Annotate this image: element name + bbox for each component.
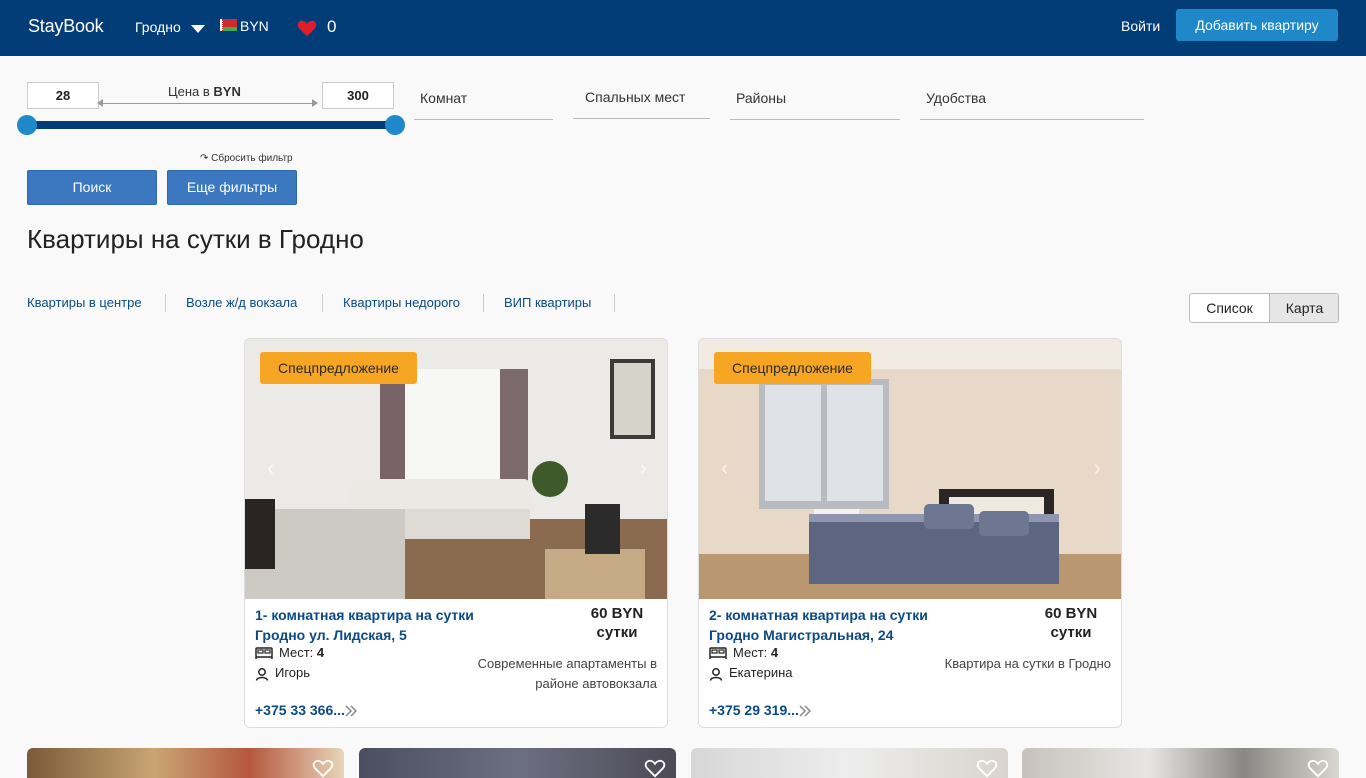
listing-photo[interactable]: Спецпредложение ‹ › [245, 339, 667, 599]
price-min-input[interactable]: 28 [27, 82, 99, 109]
listing-title-line1[interactable]: 1- комнатная квартира на сутки [255, 605, 535, 625]
double-chevron-right-icon[interactable] [345, 705, 357, 717]
bed-icon [255, 647, 273, 660]
quick-link-vip[interactable]: ВИП квартиры [504, 295, 591, 310]
caret-down-icon[interactable] [191, 25, 205, 33]
double-chevron-right-icon[interactable] [799, 705, 811, 717]
beds-filter[interactable]: Спальных мест [573, 89, 710, 119]
listing-description: Квартира на сутки в Гродно [944, 656, 1111, 671]
price-slider-max-handle[interactable] [385, 115, 405, 135]
add-apartment-button[interactable]: Добавить квартиру [1176, 9, 1338, 41]
listing-photo[interactable]: Спецпредложение ‹ › [699, 339, 1121, 599]
bed-icon [709, 647, 727, 660]
places-label: Мест: [279, 645, 314, 660]
listing-address[interactable]: Гродно ул. Лидская, 5 [255, 625, 535, 645]
divider [614, 294, 615, 312]
places-info: Мест: 4 [255, 645, 324, 660]
rooms-filter[interactable]: Комнат [414, 90, 553, 120]
places-count: 4 [770, 645, 779, 660]
list-view-button[interactable]: Список [1190, 294, 1269, 322]
quick-link-center[interactable]: Квартиры в центре [27, 295, 142, 310]
chevron-left-icon[interactable]: ‹ [721, 455, 728, 481]
price-label: Цена в BYN [168, 84, 241, 99]
divider [165, 294, 166, 312]
map-view-button[interactable]: Карта [1269, 294, 1338, 322]
places-info: Мест: 4 [709, 645, 778, 660]
listing-price: 60 BYN сутки [577, 604, 657, 642]
city-selector[interactable]: Гродно [135, 19, 181, 35]
heart-outline-icon[interactable] [644, 758, 666, 778]
price-unit: сутки [596, 624, 638, 641]
listing-price: 60 BYN сутки [1031, 604, 1111, 642]
listing-card-preview[interactable] [1022, 748, 1339, 778]
special-offer-badge: Спецпредложение [260, 352, 417, 384]
divider [483, 294, 484, 312]
belarus-flag-icon[interactable] [220, 19, 237, 31]
heart-outline-icon[interactable] [312, 758, 334, 778]
logo[interactable]: StayBook [28, 16, 104, 37]
search-button[interactable]: Поиск [27, 170, 157, 205]
price-label-prefix: Цена в [168, 84, 210, 99]
owner-name: Игорь [275, 665, 311, 680]
listing-card[interactable]: Спецпредложение ‹ › 2- комнатная квартир… [698, 338, 1122, 728]
listing-card-preview[interactable] [691, 748, 1008, 778]
listing-title[interactable]: 1- комнатная квартира на сутки Гродно ул… [255, 605, 535, 645]
price-unit: сутки [1050, 624, 1092, 641]
user-icon [709, 667, 723, 681]
owner-info: Екатерина [709, 665, 793, 681]
owner-info: Игорь [255, 665, 310, 681]
listing-title-line1[interactable]: 2- комнатная квартира на сутки [709, 605, 989, 625]
view-toggle: Список Карта [1189, 293, 1339, 323]
price-range-arrow [97, 99, 318, 107]
price-max-input[interactable]: 300 [322, 82, 394, 109]
listing-address[interactable]: Гродно Магистральная, 24 [709, 625, 989, 645]
owner-name: Екатерина [729, 665, 793, 680]
listing-card-preview[interactable] [359, 748, 676, 778]
listing-title[interactable]: 2- комнатная квартира на сутки Гродно Ма… [709, 605, 989, 645]
listing-description: Современные апартаменты в районе автовок… [477, 656, 657, 691]
phone-number[interactable]: +375 33 366... [255, 702, 345, 718]
quick-link-station[interactable]: Возле ж/д вокзала [186, 295, 297, 310]
districts-filter[interactable]: Районы [730, 90, 900, 120]
chevron-right-icon[interactable]: › [640, 455, 647, 481]
phone-link[interactable]: +375 29 319... [709, 702, 811, 718]
listing-card-preview[interactable] [27, 748, 344, 778]
price-amount: 60 BYN [590, 605, 644, 622]
chevron-right-icon[interactable]: › [1094, 455, 1101, 481]
amenities-filter[interactable]: Удобства [920, 90, 1144, 120]
heart-outline-icon[interactable] [976, 758, 998, 778]
quick-link-cheap[interactable]: Квартиры недорого [343, 295, 460, 310]
more-filters-button[interactable]: Еще фильтры [167, 170, 297, 205]
price-label-currency: BYN [213, 84, 241, 99]
price-amount: 60 BYN [1044, 605, 1098, 622]
reset-filter-link[interactable]: ↷ Сбросить фильтр [200, 153, 293, 164]
favorites-count[interactable]: 0 [327, 17, 336, 37]
currency-selector[interactable]: BYN [240, 18, 269, 34]
places-label: Мест: [733, 645, 768, 660]
top-navbar: StayBook Гродно BYN 0 Войти Добавить ква… [0, 0, 1366, 56]
special-offer-badge: Спецпредложение [714, 352, 871, 384]
listing-card[interactable]: Спецпредложение ‹ › 1- комнатная квартир… [244, 338, 668, 728]
heart-icon[interactable] [297, 19, 317, 37]
page-title: Квартиры на сутки в Гродно [27, 224, 364, 254]
user-icon [255, 667, 269, 681]
heart-outline-icon[interactable] [1307, 758, 1329, 778]
chevron-left-icon[interactable]: ‹ [267, 455, 274, 481]
places-count: 4 [316, 645, 325, 660]
divider [322, 294, 323, 312]
price-slider-min-handle[interactable] [17, 115, 37, 135]
phone-number[interactable]: +375 29 319... [709, 702, 799, 718]
phone-link[interactable]: +375 33 366... [255, 702, 357, 718]
login-link[interactable]: Войти [1121, 18, 1160, 34]
price-slider-track[interactable] [27, 121, 394, 129]
